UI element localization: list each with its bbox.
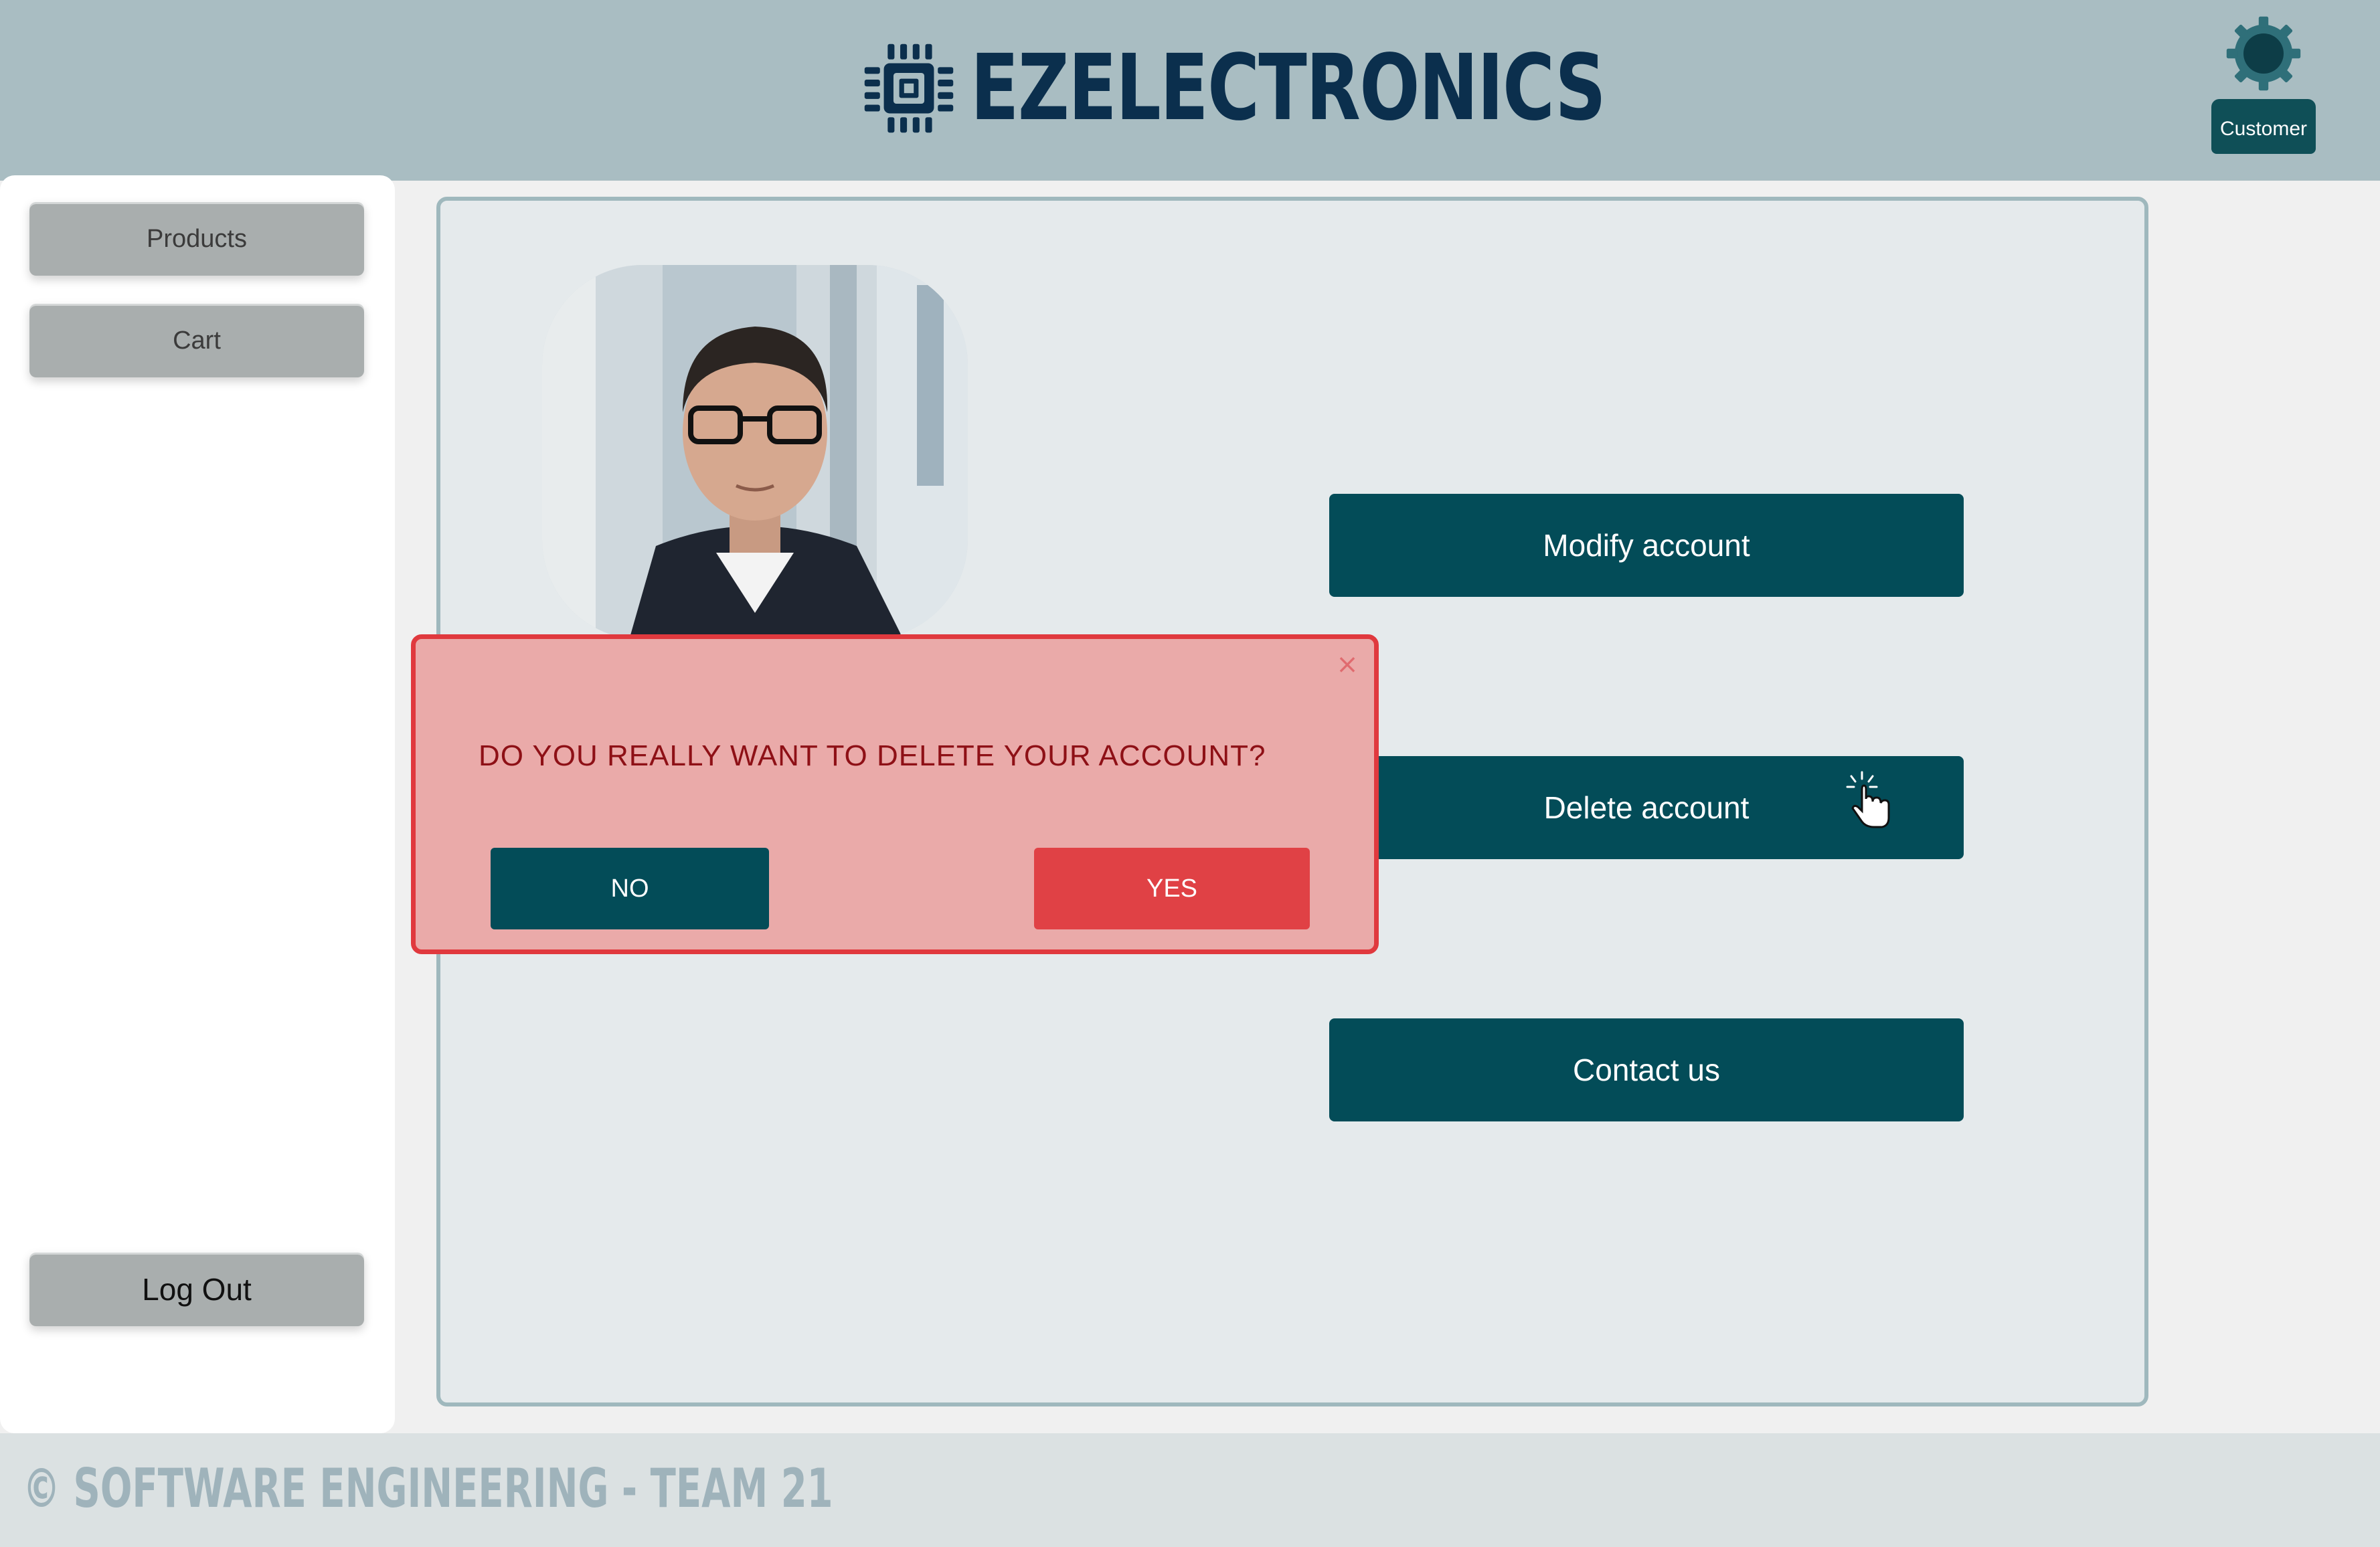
profile-photo bbox=[542, 265, 968, 640]
contact-us-button[interactable]: Contact us bbox=[1329, 1018, 1964, 1121]
user-menu[interactable]: Customer bbox=[2210, 13, 2317, 154]
yes-button[interactable]: YES bbox=[1034, 848, 1310, 929]
dialog-message: DO YOU REALLY WANT TO DELETE YOUR ACCOUN… bbox=[479, 739, 1266, 772]
gear-user-icon bbox=[2226, 16, 2301, 91]
modify-account-button[interactable]: Modify account bbox=[1329, 494, 1964, 597]
sidebar-item-products[interactable]: Products bbox=[29, 202, 364, 276]
sidebar-item-cart[interactable]: Cart bbox=[29, 304, 364, 377]
brand-name: EZELECTRONICS bbox=[970, 35, 1606, 141]
footer-copyright: © SOFTWARE ENGINEERING - TEAM 21 bbox=[23, 1457, 833, 1520]
footer: © SOFTWARE ENGINEERING - TEAM 21 bbox=[0, 1433, 2380, 1547]
microchip-icon bbox=[864, 43, 954, 133]
pointer-cursor-icon bbox=[1846, 771, 1890, 828]
logout-button[interactable]: Log Out bbox=[29, 1253, 364, 1326]
close-icon[interactable]: × bbox=[1334, 651, 1361, 678]
brand-logo[interactable]: EZELECTRONICS bbox=[861, 35, 1784, 142]
app-header: EZELECTRONICS Customer bbox=[0, 0, 2380, 181]
delete-confirm-dialog: × DO YOU REALLY WANT TO DELETE YOUR ACCO… bbox=[411, 634, 1379, 954]
sidebar: Products Cart Log Out bbox=[0, 175, 395, 1433]
no-button[interactable]: NO bbox=[491, 848, 769, 929]
avatar bbox=[542, 265, 968, 640]
user-role-label: Customer bbox=[2211, 99, 2316, 154]
